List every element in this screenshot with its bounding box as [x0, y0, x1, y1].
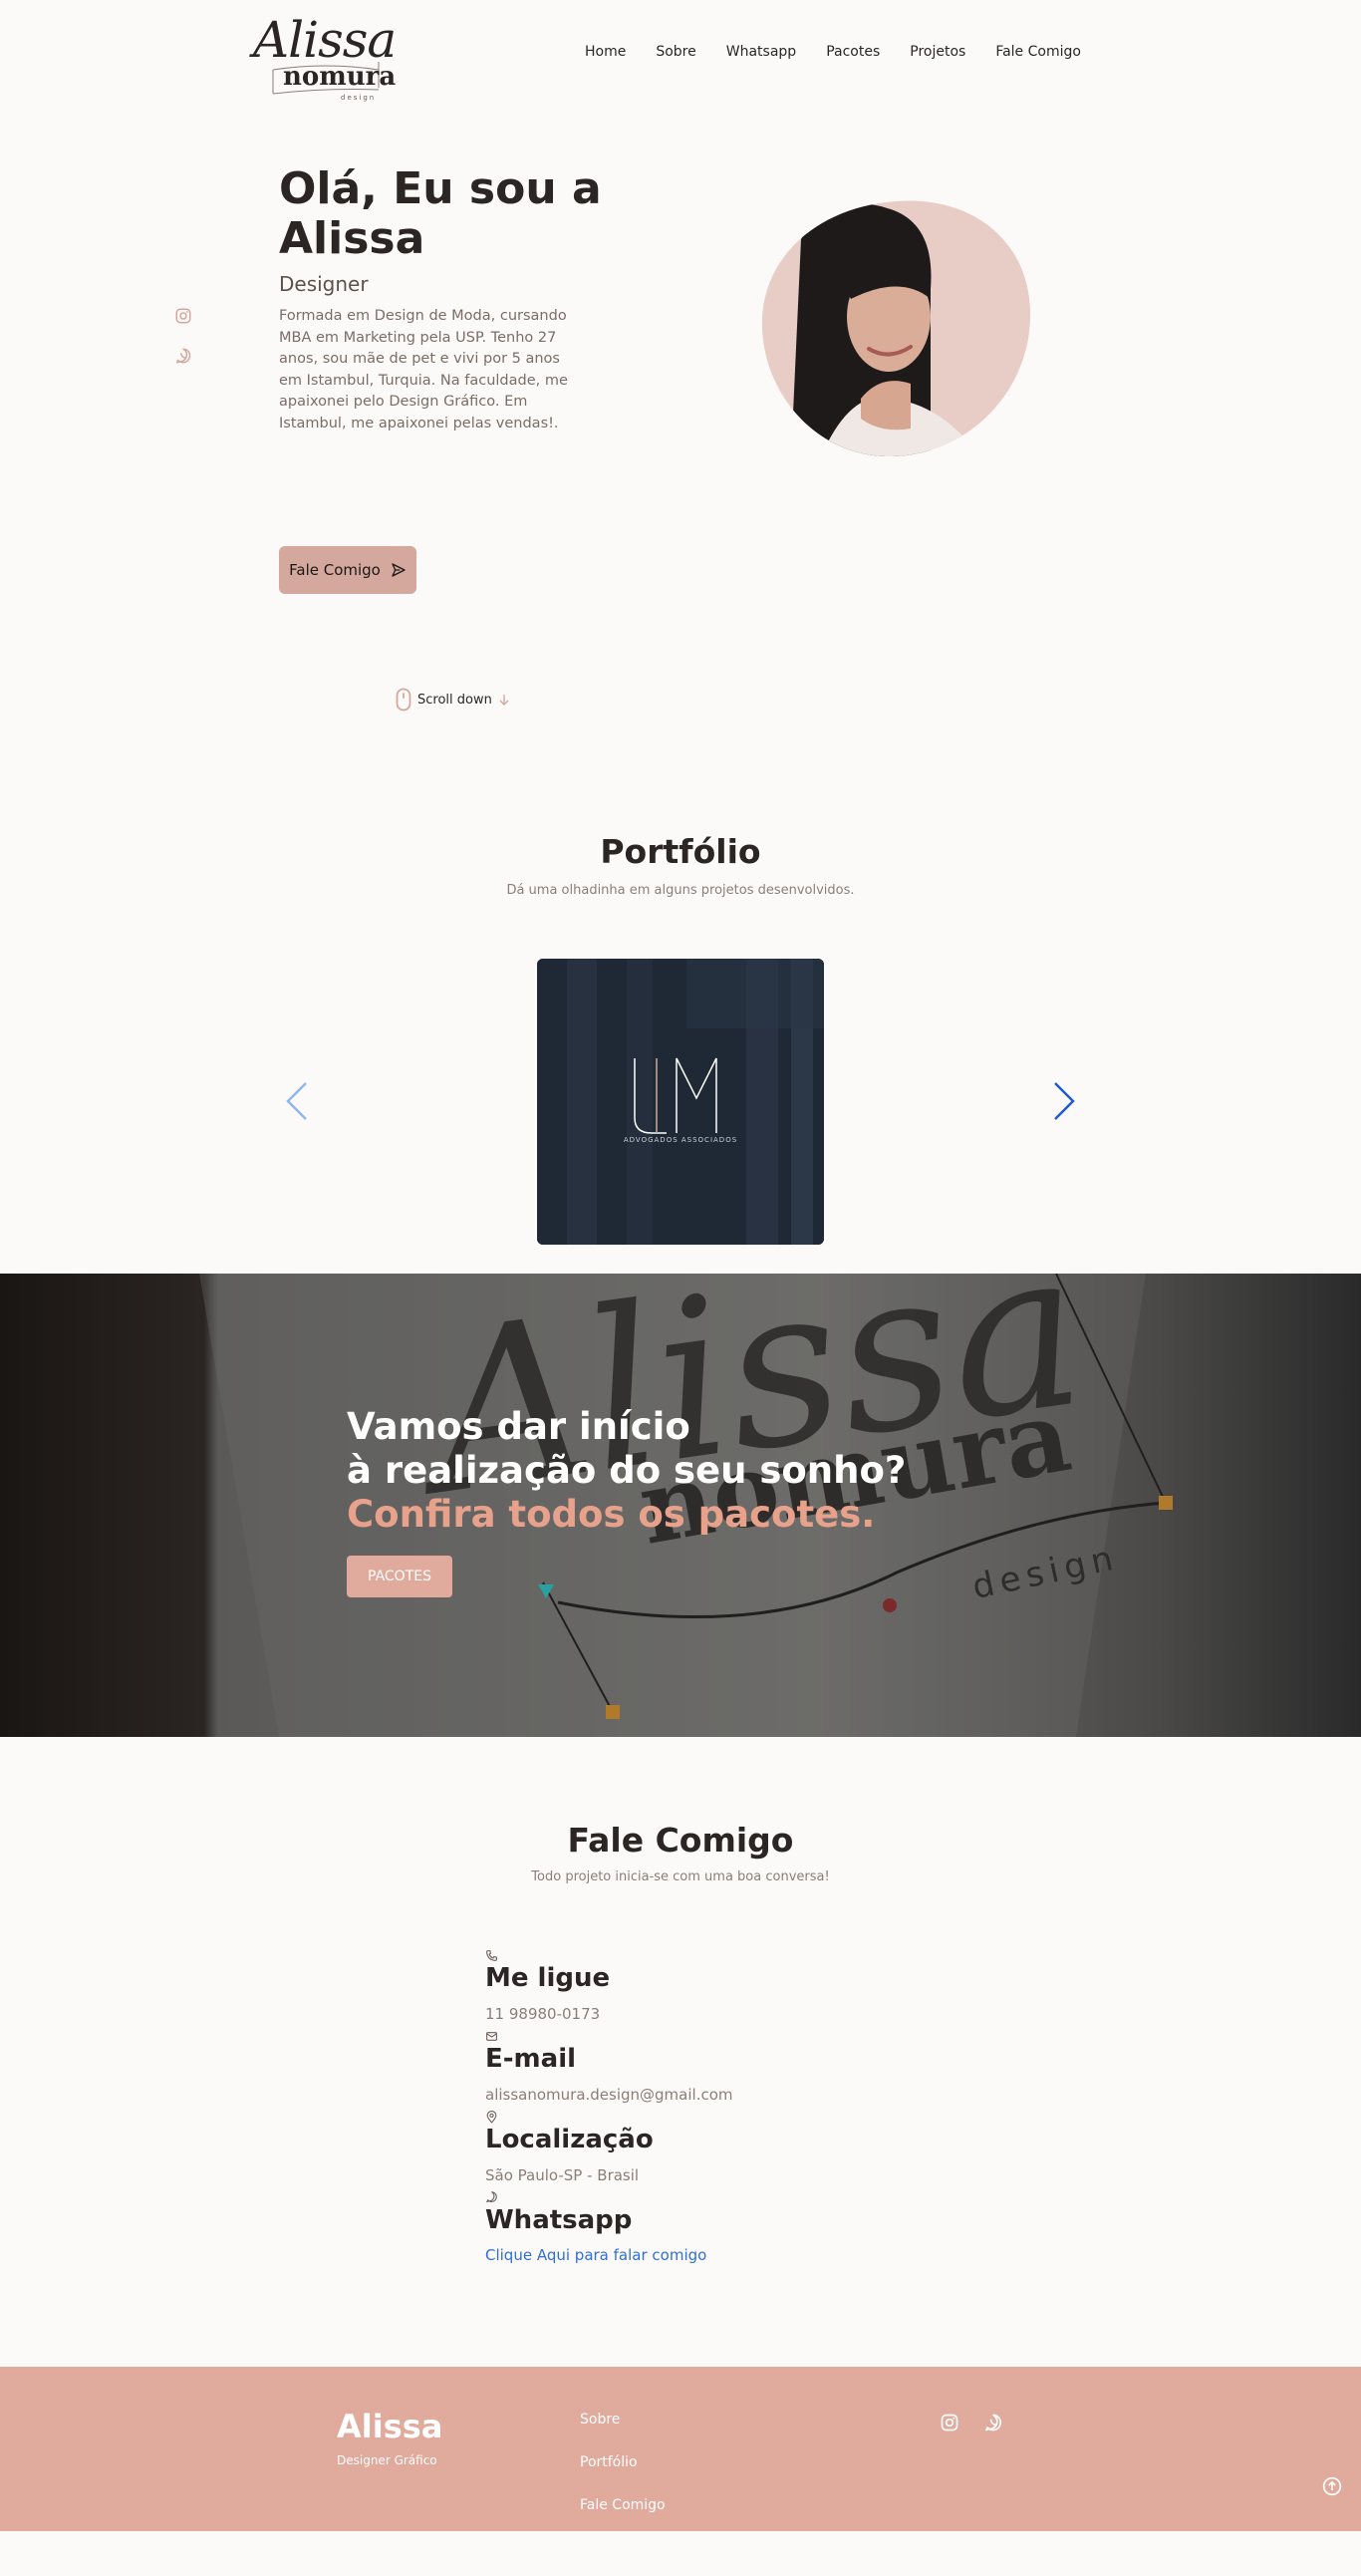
nav-pacotes[interactable]: Pacotes	[826, 44, 880, 60]
carousel-next-arrow[interactable]	[1049, 1081, 1079, 1121]
hero-role: Designer	[279, 272, 369, 296]
carousel-prev-arrow[interactable]	[282, 1081, 312, 1121]
profile-photo	[761, 200, 1030, 456]
instagram-icon[interactable]	[174, 307, 192, 325]
nav-projetos[interactable]: Projetos	[910, 44, 965, 60]
project-logo: JM	[649, 1056, 661, 1067]
contact-phone-label: Me ligue	[485, 1963, 611, 1993]
banner-heading-line2: à realização do seu sonho?	[347, 1449, 907, 1492]
footer-whatsapp-icon[interactable]	[983, 2413, 1003, 2433]
contact-email-label: E-mail	[485, 2044, 577, 2074]
contact-title: Fale Comigo	[567, 1821, 794, 1860]
footer	[0, 2367, 1361, 2531]
footer-link-sobre[interactable]: Sobre	[580, 2412, 620, 2428]
pacotes-button[interactable]: PACOTES	[347, 1556, 452, 1597]
mouse-icon	[396, 688, 411, 712]
fale-comigo-label: Fale Comigo	[289, 561, 381, 579]
social-links	[174, 307, 192, 365]
banner-heading-line1: Vamos dar início	[347, 1405, 690, 1448]
nav-home[interactable]: Home	[585, 44, 626, 60]
nav-whatsapp[interactable]: Whatsapp	[726, 44, 796, 60]
hero-title: Olá, Eu sou a Alissa	[279, 163, 602, 264]
contact-phone-value: 11 98980-0173	[485, 2005, 601, 2023]
footer-brand: Alissa	[337, 2408, 443, 2445]
project-card[interactable]: ADVOGADOS ASSOCIADOS JM	[537, 959, 824, 1245]
main-nav: Home Sobre Whatsapp Pacotes Projetos Fal…	[585, 44, 1081, 60]
hero-description: Formada em Design de Moda, cursando MBA …	[279, 308, 568, 431]
nav-sobre[interactable]: Sobre	[656, 44, 695, 60]
phone-icon	[486, 1950, 497, 1961]
contact-email-value: alissanomura.design@gmail.com	[485, 2086, 733, 2104]
logo-brand: nomura	[283, 62, 397, 92]
footer-link-portfolio[interactable]: Portfólio	[580, 2454, 638, 2470]
footer-link-fale-comigo[interactable]: Fale Comigo	[580, 2497, 666, 2513]
whatsapp-icon[interactable]	[174, 347, 192, 365]
contact-location-label: Localização	[485, 2125, 654, 2154]
portfolio-title: Portfólio	[600, 832, 761, 871]
fale-comigo-button[interactable]: Fale Comigo	[279, 546, 416, 594]
site-logo[interactable]: Alissa nomura design	[253, 10, 397, 105]
mail-icon	[486, 2032, 497, 2041]
footer-tagline: Designer Gráfico	[337, 2453, 437, 2467]
portfolio-subtitle: Dá uma olhadinha em alguns projetos dese…	[506, 883, 855, 898]
project-image	[537, 959, 824, 1245]
scroll-down[interactable]: Scroll down	[396, 688, 510, 712]
scroll-top-icon[interactable]	[1322, 2476, 1342, 2496]
send-icon	[392, 563, 406, 577]
scroll-down-label: Scroll down	[417, 692, 492, 708]
nav-fale-comigo[interactable]: Fale Comigo	[995, 44, 1081, 60]
contact-whatsapp-link[interactable]: Clique Aqui para falar comigo	[485, 2246, 706, 2264]
location-icon	[486, 2111, 497, 2124]
logo-tag: design	[341, 94, 377, 102]
footer-instagram-icon[interactable]	[940, 2413, 959, 2433]
whatsapp-icon	[485, 2191, 497, 2203]
banner-heading-highlight: Confira todos os pacotes.	[347, 1493, 876, 1536]
project-caption: ADVOGADOS ASSOCIADOS	[623, 1136, 738, 1144]
arrow-down-icon	[499, 695, 509, 706]
contact-location-value: São Paulo-SP - Brasil	[485, 2166, 640, 2184]
contact-subtitle: Todo projeto inicia-se com uma boa conve…	[531, 1869, 830, 1884]
contact-whatsapp-label: Whatsapp	[485, 2205, 633, 2235]
